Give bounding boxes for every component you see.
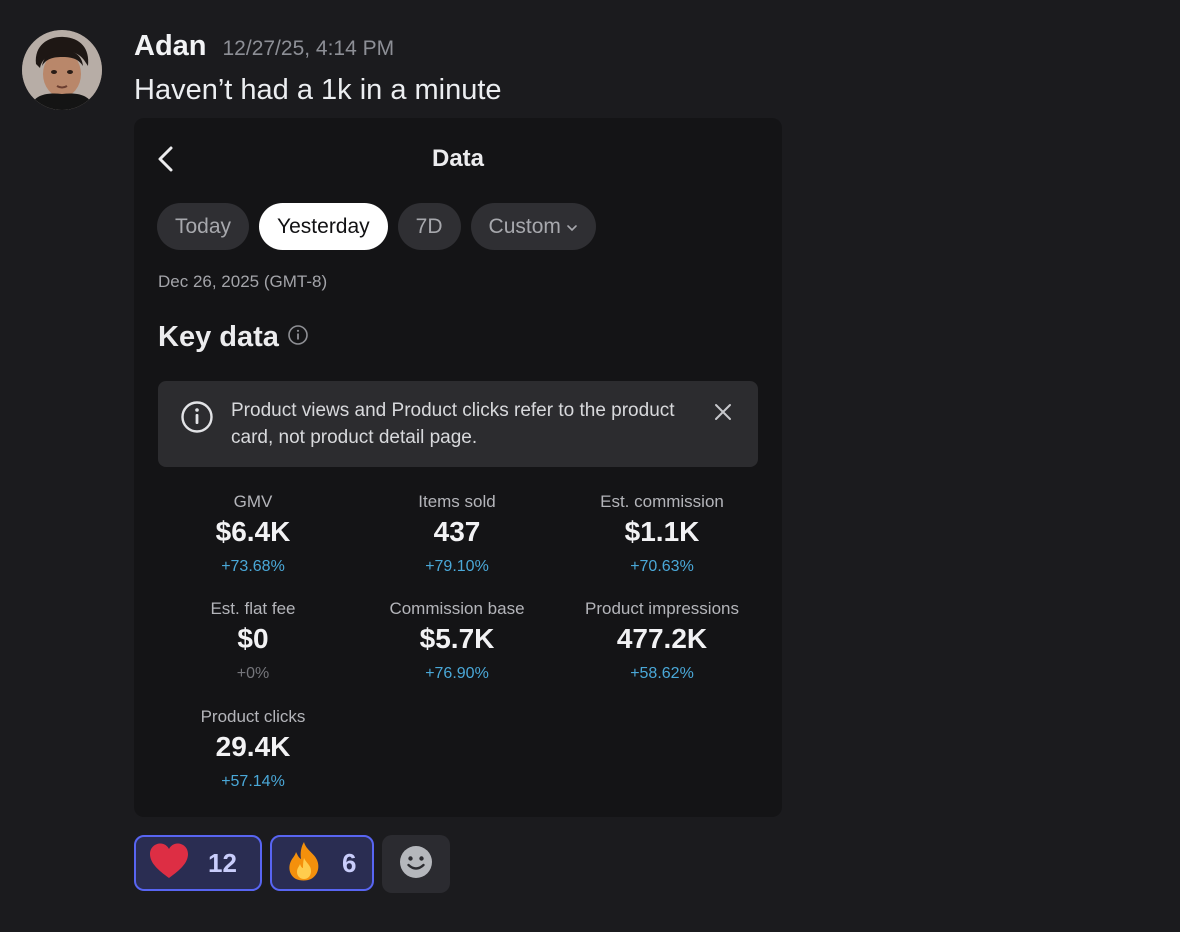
avatar[interactable] xyxy=(22,30,102,110)
metric-product-impressions: Product impressions 477.2K +58.62% xyxy=(557,598,767,683)
tab-label: Yesterday xyxy=(277,214,370,238)
reactions-bar: 12 6 xyxy=(134,835,450,893)
message-header: Adan 12/27/25, 4:14 PM xyxy=(134,30,394,63)
tab-label: Custom xyxy=(488,214,561,238)
metric-label: GMV xyxy=(233,492,273,511)
metric-label: Est. commission xyxy=(600,492,724,511)
metric-label: Product clicks xyxy=(200,707,306,726)
metric-value: 477.2K xyxy=(616,623,708,654)
tab-today: Today xyxy=(157,203,250,250)
metric-value: $0 xyxy=(237,623,269,654)
reaction-count: 12 xyxy=(208,847,237,878)
close-icon xyxy=(712,401,734,423)
metric-change: +79.10% xyxy=(425,558,489,575)
metric-est-commission: Est. commission $1.1K +70.63% xyxy=(557,491,767,576)
reaction-heart[interactable]: 12 xyxy=(134,835,262,891)
info-icon xyxy=(287,324,309,351)
info-notice: Product views and Product clicks refer t… xyxy=(158,381,758,467)
metric-label: Product impressions xyxy=(584,599,739,618)
notice-text: Product views and Product clicks refer t… xyxy=(231,400,675,448)
reaction-count: 6 xyxy=(342,847,357,878)
smiley-icon xyxy=(398,844,434,885)
metric-label: Items sold xyxy=(418,492,496,511)
metric-product-clicks: Product clicks 29.4K +57.14% xyxy=(148,706,358,791)
tab-custom: Custom xyxy=(470,203,596,250)
attachment-screenshot[interactable]: Data Today Yesterday 7D Custom Dec 26, 2… xyxy=(134,118,782,817)
tab-7d: 7D xyxy=(397,203,461,250)
heart-emoji-icon xyxy=(148,842,190,885)
metric-label: Commission base xyxy=(389,599,525,618)
metric-change: +70.63% xyxy=(630,558,694,575)
tab-label: 7D xyxy=(415,214,443,238)
metric-value: $6.4K xyxy=(215,516,291,547)
message-timestamp: 12/27/25, 4:14 PM xyxy=(222,37,395,60)
metric-change: +57.14% xyxy=(221,773,285,790)
section-title-text: Key data xyxy=(158,321,279,353)
metric-commission-base: Commission base $5.7K +76.90% xyxy=(352,598,562,683)
metric-value: $5.7K xyxy=(419,623,495,654)
metric-value: 29.4K xyxy=(215,731,291,762)
date-range-tabs: Today Yesterday 7D Custom xyxy=(157,203,596,250)
metric-value: 437 xyxy=(433,516,481,547)
metric-change: +73.68% xyxy=(221,558,285,575)
metric-change: +76.90% xyxy=(425,665,489,682)
section-title: Key data xyxy=(158,321,309,354)
date-label: Dec 26, 2025 (GMT-8) xyxy=(158,272,328,291)
add-reaction-button[interactable] xyxy=(382,835,450,893)
metric-items-sold: Items sold 437 +79.10% xyxy=(352,491,562,576)
metric-change: +0% xyxy=(236,665,270,682)
metric-value: $1.1K xyxy=(624,516,700,547)
chat-message: Adan 12/27/25, 4:14 PM Haven’t had a 1k … xyxy=(0,0,1180,932)
tab-yesterday: Yesterday xyxy=(259,203,388,250)
card-title: Data xyxy=(431,145,485,172)
reaction-fire[interactable]: 6 xyxy=(270,835,374,891)
metric-label: Est. flat fee xyxy=(210,599,296,618)
message-text: Haven’t had a 1k in a minute xyxy=(134,74,502,106)
metric-est-flat-fee: Est. flat fee $0 +0% xyxy=(148,598,358,683)
chevron-down-icon xyxy=(566,215,578,239)
fire-emoji-icon xyxy=(284,840,324,887)
metric-gmv: GMV $6.4K +73.68% xyxy=(148,491,358,576)
author-name[interactable]: Adan xyxy=(134,30,207,63)
tab-label: Today xyxy=(175,214,232,238)
metric-change: +58.62% xyxy=(630,665,694,682)
info-circle-icon xyxy=(180,400,214,439)
